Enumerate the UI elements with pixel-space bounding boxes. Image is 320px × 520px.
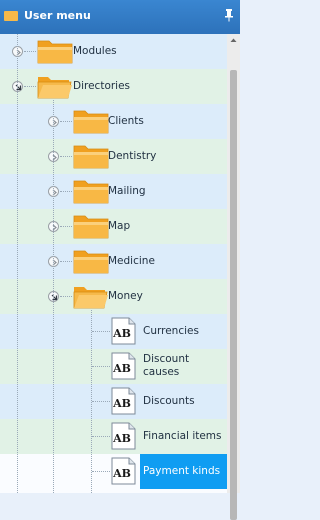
tree-item-label: Currencies <box>143 325 199 337</box>
pin-icon[interactable] <box>224 9 234 22</box>
svg-text:AB: AB <box>112 327 131 340</box>
tree-item-dentistry[interactable]: Dentistry <box>0 139 227 174</box>
tree-connector <box>60 121 72 122</box>
tree-item-label: Money <box>108 290 143 302</box>
tree-connector <box>92 471 110 472</box>
scrollbar-thumb[interactable] <box>230 70 237 520</box>
tree-item-label: Financial items <box>143 430 222 442</box>
tree-item-label-line: Discount <box>143 353 190 365</box>
tree-item-medicine[interactable]: Medicine <box>0 244 227 279</box>
tree-item-label-line: causes <box>143 366 180 378</box>
tree-item-mailing[interactable]: Mailing <box>0 174 227 209</box>
svg-text:AB: AB <box>112 432 131 445</box>
scroll-up-icon[interactable] <box>227 34 240 47</box>
tree-connector <box>24 51 36 52</box>
panel-header: User menu <box>0 0 240 34</box>
ab-document-icon: AB <box>111 457 136 485</box>
svg-text:AB: AB <box>112 397 131 410</box>
svg-text:AB: AB <box>112 362 131 375</box>
folder-closed-icon <box>73 108 109 134</box>
ab-document-icon: AB <box>111 422 136 450</box>
tree-item-label: Payment kinds <box>143 465 221 477</box>
tree-item-discount-causes[interactable]: AB Discount causes <box>0 349 227 384</box>
tree-item-financial-items[interactable]: AB Financial items <box>0 419 227 454</box>
tree-view[interactable]: Modules Directories Clients Dentistry Mailin… <box>0 34 227 493</box>
tree-item-map[interactable]: Map <box>0 209 227 244</box>
tree-item-label: Medicine <box>108 255 155 267</box>
tree-connector <box>24 86 36 87</box>
tree-connector <box>60 296 72 297</box>
tree-item-discounts[interactable]: AB Discounts <box>0 384 227 419</box>
tree-item-label: Modules <box>73 45 117 57</box>
tree-item-label: Discount causes <box>143 353 189 388</box>
menu-icon <box>4 11 18 21</box>
tree-item-currencies[interactable]: AB Currencies <box>0 314 227 349</box>
tree-connector <box>60 261 72 262</box>
tree-connector <box>53 100 54 493</box>
tree-connector <box>60 226 72 227</box>
tree-connector <box>92 331 110 332</box>
folder-closed-icon <box>37 38 73 64</box>
folder-closed-icon <box>73 248 109 274</box>
tree-item-label: Discounts <box>143 395 195 407</box>
tree-item-label: Clients <box>108 115 144 127</box>
folder-open-icon <box>73 283 109 309</box>
tree-connector <box>60 156 72 157</box>
tree-connector <box>92 366 110 367</box>
svg-text:AB: AB <box>112 467 131 480</box>
folder-open-icon <box>37 73 73 99</box>
tree-item-clients[interactable]: Clients <box>0 104 227 139</box>
tree-connector <box>17 34 18 493</box>
tree-item-payment-kinds[interactable]: AB Payment kinds <box>111 454 227 489</box>
tree-connector <box>92 401 110 402</box>
tree-connector <box>92 436 110 437</box>
folder-closed-icon <box>73 143 109 169</box>
tree-item-label: Mailing <box>108 185 146 197</box>
tree-item-label: Map <box>108 220 131 232</box>
ab-document-icon: AB <box>111 352 136 380</box>
ab-document-icon: AB <box>111 387 136 415</box>
vertical-scrollbar[interactable] <box>227 34 240 520</box>
panel-title: User menu <box>24 9 91 22</box>
ab-document-icon: AB <box>111 317 136 345</box>
tree-connector <box>60 191 72 192</box>
folder-closed-icon <box>73 178 109 204</box>
folder-closed-icon <box>73 213 109 239</box>
tree-item-money[interactable]: Money <box>0 279 227 314</box>
tree-item-label: Dentistry <box>108 150 157 162</box>
tree-item-label: Directories <box>73 80 131 92</box>
